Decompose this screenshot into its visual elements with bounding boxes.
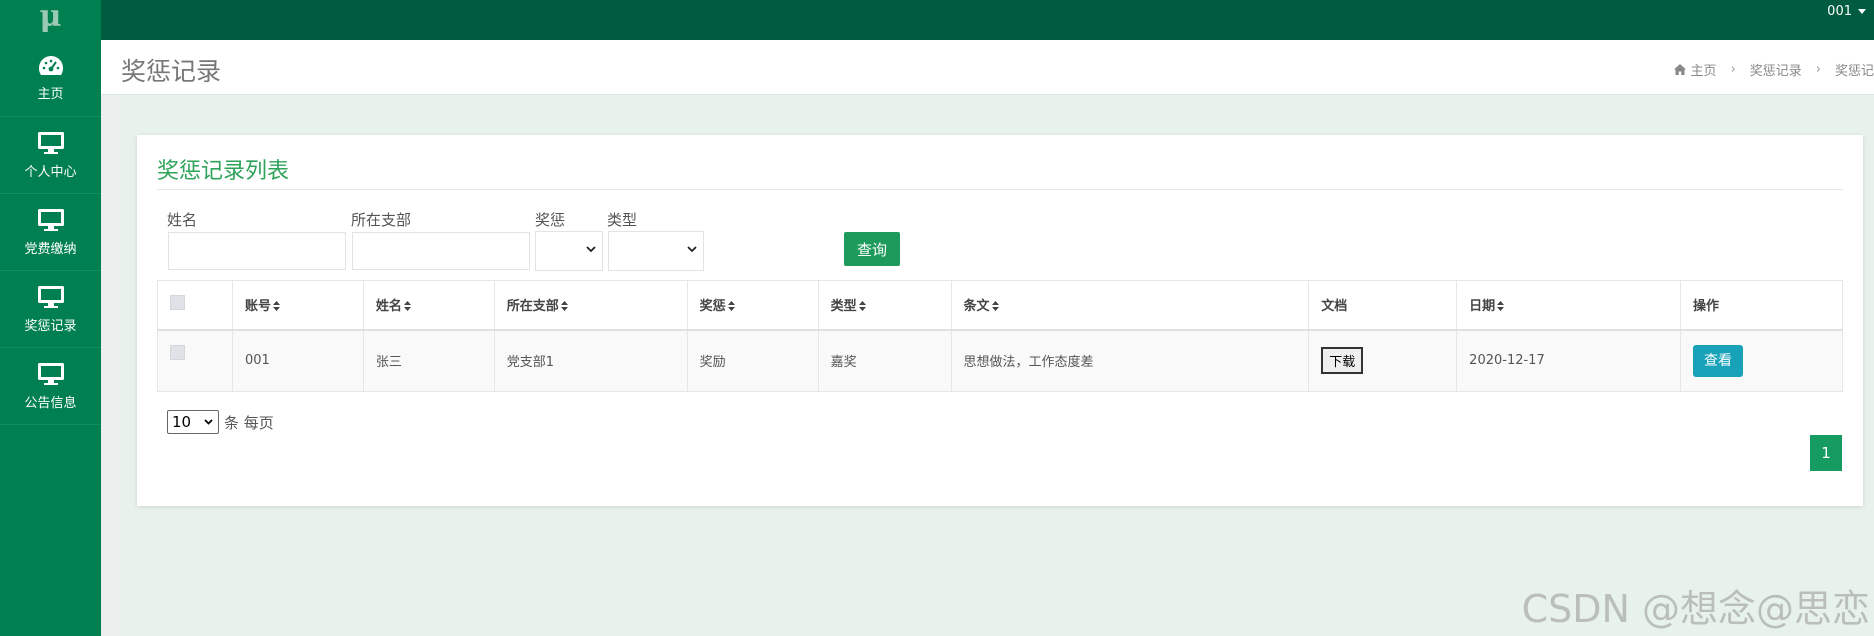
cell-document: 下载 <box>1308 329 1458 392</box>
sidebar-item-label: 主页 <box>37 86 64 102</box>
cell-reward-punish: 奖励 <box>686 329 819 392</box>
sidebar-item-label: 党费缴纳 <box>24 241 77 257</box>
sidebar-item-home[interactable]: 主页 <box>0 40 101 117</box>
home-icon <box>1673 64 1686 75</box>
chevron-down-icon <box>204 419 213 425</box>
row-select-cell <box>157 329 233 392</box>
sort-icon <box>858 301 866 312</box>
column-header-name[interactable]: 姓名 <box>362 280 495 331</box>
type-select[interactable] <box>608 231 704 271</box>
breadcrumb-label: 主页 <box>1690 64 1717 79</box>
breadcrumb-item[interactable]: 奖惩记录 <box>1750 60 1802 79</box>
column-header-document: 文档 <box>1308 280 1458 331</box>
page-size-control: 10 条 每页 <box>167 410 274 434</box>
row-checkbox[interactable] <box>170 344 185 360</box>
monitor-icon <box>37 362 65 386</box>
chevron-down-icon <box>586 246 596 253</box>
column-header-account[interactable]: 账号 <box>231 280 364 331</box>
column-label: 条文 <box>963 299 990 315</box>
card-title: 奖惩记录列表 <box>157 159 290 184</box>
caret-down-icon <box>1858 9 1866 14</box>
name-filter-label: 姓名 <box>167 211 198 229</box>
column-label: 所在支部 <box>506 299 559 315</box>
cell-date: 2020-12-17 <box>1456 329 1682 392</box>
download-button[interactable]: 下载 <box>1321 347 1364 375</box>
user-name: 001 <box>1827 4 1852 19</box>
sort-icon <box>991 301 999 312</box>
chevron-right-icon: › <box>1730 62 1736 77</box>
column-header-date[interactable]: 日期 <box>1456 280 1682 331</box>
name-input[interactable] <box>168 232 346 270</box>
table-header-row: 账号 姓名 所在支部 奖惩 类型 条文 文档 日期 操作 <box>157 280 1843 331</box>
column-label: 操作 <box>1693 299 1720 315</box>
top-header: μ 001 <box>0 0 1874 40</box>
card-divider <box>157 189 1843 190</box>
sort-icon <box>1497 301 1505 312</box>
sidebar-item-rewards[interactable]: 奖惩记录 <box>0 271 101 348</box>
user-menu[interactable]: 001 <box>1827 4 1866 19</box>
page-size-suffix: 条 每页 <box>224 413 274 432</box>
watermark: CSDN @想念@思恋 <box>1521 587 1870 631</box>
sidebar-item-dues[interactable]: 党费缴纳 <box>0 194 101 271</box>
sort-icon <box>272 301 280 312</box>
cell-type: 嘉奖 <box>817 329 952 392</box>
reward-punish-filter-label: 奖惩 <box>535 211 566 229</box>
column-header-clause[interactable]: 条文 <box>950 280 1310 331</box>
chevron-right-icon: › <box>1815 62 1821 77</box>
cell-actions: 查看 <box>1680 329 1843 392</box>
monitor-icon <box>37 208 65 232</box>
view-button[interactable]: 查看 <box>1693 344 1744 377</box>
page-title: 奖惩记录 <box>121 57 222 86</box>
type-filter-label: 类型 <box>607 211 638 229</box>
sidebar-item-label: 公告信息 <box>24 395 77 411</box>
column-label: 类型 <box>830 299 857 315</box>
page-size-select[interactable]: 10 <box>167 410 219 434</box>
column-label: 姓名 <box>375 299 402 315</box>
sidebar: 主页 个人中心 党费缴纳 奖惩记录 公告信息 <box>0 40 101 636</box>
cell-account: 001 <box>231 329 364 392</box>
select-all-cell <box>157 280 233 331</box>
records-table: 账号 姓名 所在支部 奖惩 类型 条文 文档 日期 操作 001 张三 党支部1… <box>157 280 1843 392</box>
column-header-branch[interactable]: 所在支部 <box>493 280 688 331</box>
sidebar-item-notices[interactable]: 公告信息 <box>0 348 101 425</box>
page-size-value: 10 <box>172 413 192 431</box>
app-logo: μ <box>0 0 101 40</box>
chevron-down-icon <box>687 246 697 253</box>
breadcrumb-item-current: 奖惩记 <box>1834 64 1874 79</box>
column-label: 账号 <box>244 299 271 315</box>
page-header: 奖惩记录 主页 › 奖惩记录 › 奖惩记 <box>101 40 1874 95</box>
sidebar-item-profile[interactable]: 个人中心 <box>0 117 101 194</box>
branch-input[interactable] <box>352 232 530 270</box>
column-label: 文档 <box>1321 299 1348 315</box>
cell-name: 张三 <box>362 329 495 392</box>
sort-icon <box>560 301 568 312</box>
content-gutter <box>101 96 121 636</box>
reward-punish-select[interactable] <box>535 231 603 271</box>
table-row: 001 张三 党支部1 奖励 嘉奖 思想做法，工作态度差 下载 2020-12-… <box>157 329 1843 392</box>
column-header-type[interactable]: 类型 <box>817 280 952 331</box>
page-number-button[interactable]: 1 <box>1810 435 1842 471</box>
sort-icon <box>403 301 411 312</box>
list-card: 奖惩记录列表 姓名 所在支部 奖惩 类型 查询 账号 姓名 所在支部 奖惩 类型… <box>137 135 1863 506</box>
sidebar-item-label: 奖惩记录 <box>24 318 77 334</box>
branch-filter-label: 所在支部 <box>351 211 412 229</box>
monitor-icon <box>37 285 65 309</box>
sidebar-item-label: 个人中心 <box>24 164 77 180</box>
cell-clause: 思想做法，工作态度差 <box>950 329 1310 392</box>
search-button[interactable]: 查询 <box>844 232 900 266</box>
column-label: 日期 <box>1469 299 1496 315</box>
monitor-icon <box>37 131 65 155</box>
breadcrumb-home[interactable]: 主页 <box>1673 60 1717 79</box>
cell-branch: 党支部1 <box>493 329 688 392</box>
breadcrumb: 主页 › 奖惩记录 › 奖惩记 <box>1673 60 1874 79</box>
select-all-checkbox[interactable] <box>170 295 185 311</box>
column-header-reward-punish[interactable]: 奖惩 <box>686 280 819 331</box>
sort-icon <box>727 301 735 312</box>
dashboard-icon <box>38 55 64 77</box>
column-header-actions: 操作 <box>1680 280 1843 331</box>
column-label: 奖惩 <box>699 299 726 315</box>
